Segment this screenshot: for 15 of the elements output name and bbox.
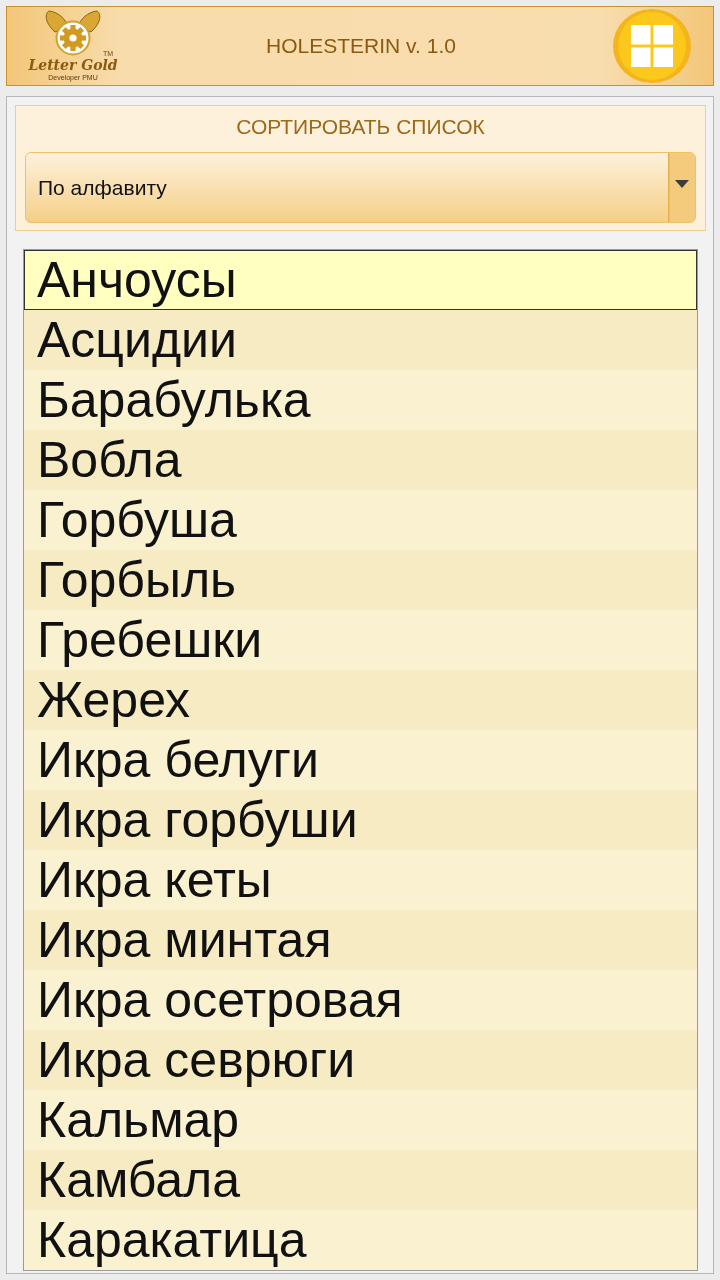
list-item[interactable]: Камбала [24,1150,697,1210]
logo-wordmark: Letter Gold [28,57,118,73]
list-item[interactable]: Икра севрюги [24,1030,697,1090]
list-item[interactable]: Жерех [24,670,697,730]
list-item[interactable]: Асцидии [24,310,697,370]
list-item[interactable]: Икра минтая [24,910,697,970]
list-item[interactable]: Икра горбуши [24,790,697,850]
list-item[interactable]: Горбыль [24,550,697,610]
list-item[interactable]: Анчоусы [24,250,697,310]
grid-icon [631,25,673,67]
list-item[interactable]: Вобла [24,430,697,490]
app-title: HOLESTERIN v. 1.0 [266,34,456,58]
sort-dropdown[interactable]: По алфавиту [25,152,696,223]
caret-icon [668,153,695,222]
sort-label: СОРТИРОВАТЬ СПИСОК [236,114,485,140]
